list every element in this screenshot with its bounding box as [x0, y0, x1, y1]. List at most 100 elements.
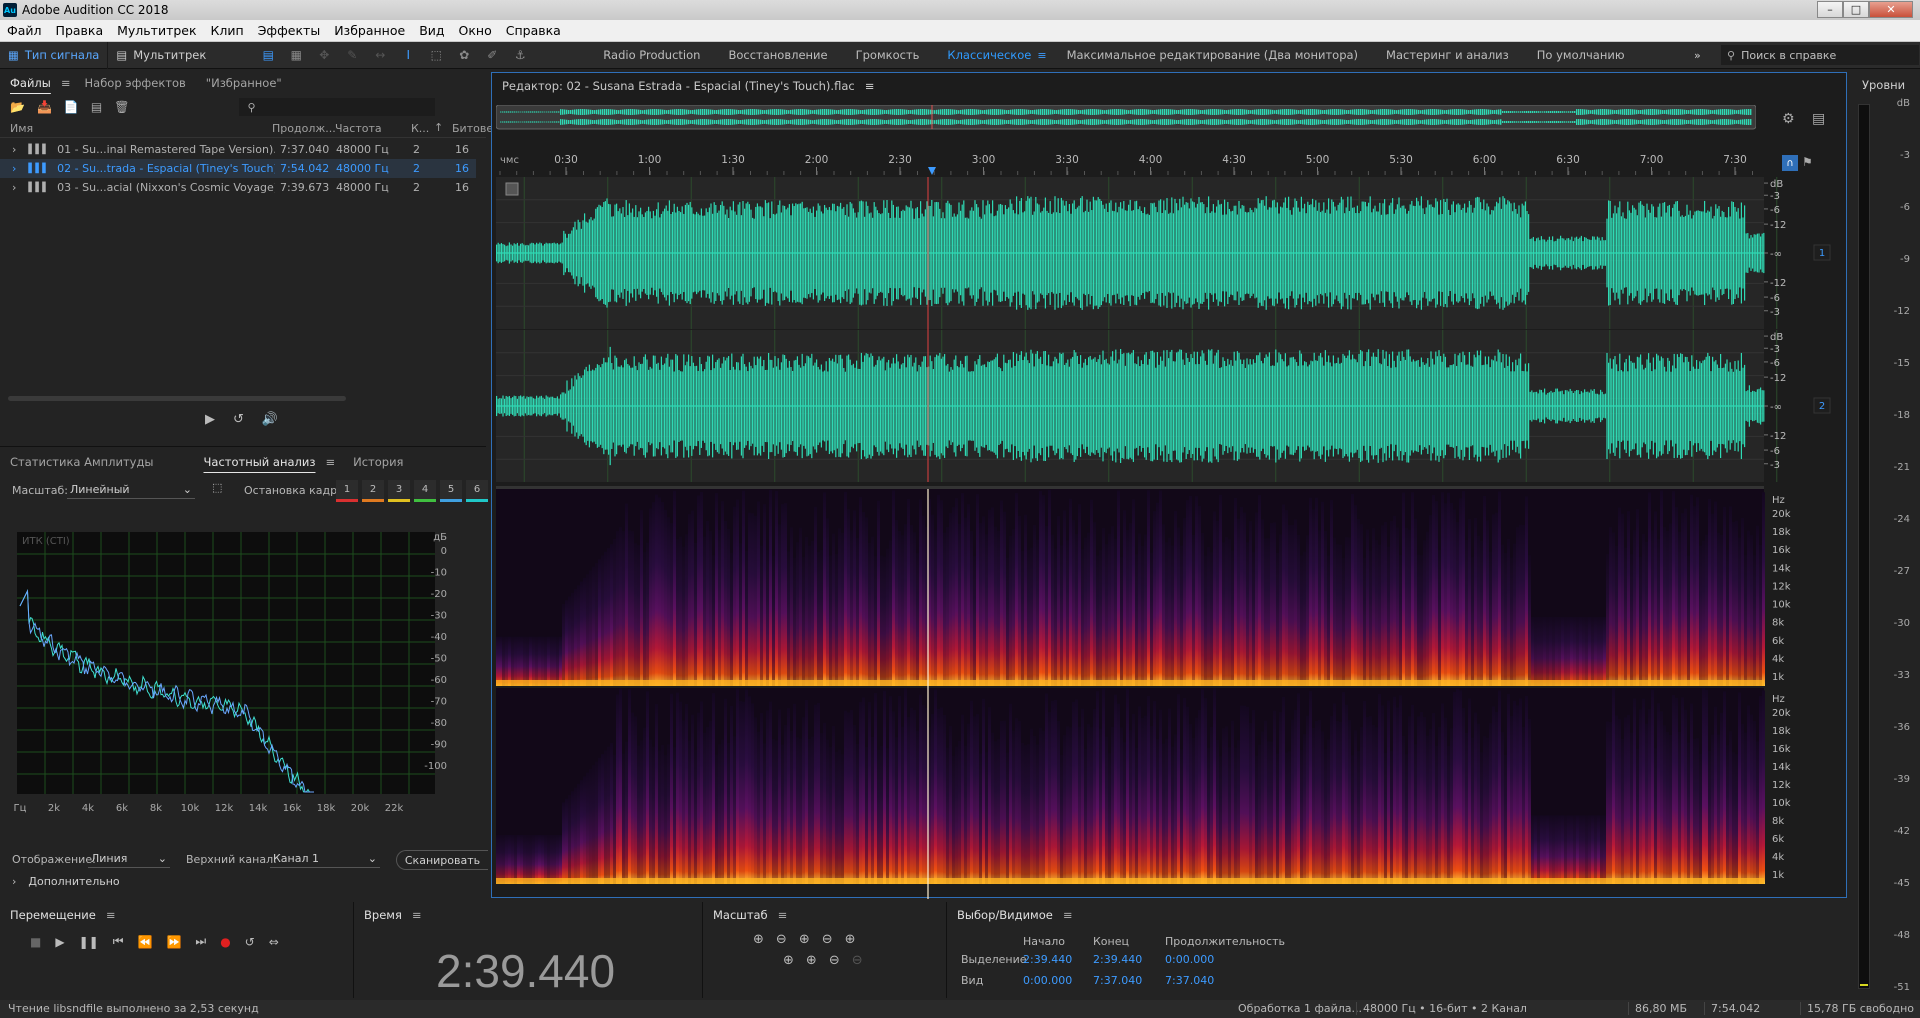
expand-row-icon[interactable]: ›: [12, 162, 16, 175]
play-icon[interactable]: ▶: [55, 935, 64, 949]
time-selection-tool-icon[interactable]: I: [399, 46, 417, 64]
loop-playback-icon[interactable]: ↺: [245, 935, 255, 949]
file-row[interactable]: › ▌▌▌ 03 - Su...acial (Nixxon's Cosmic Vo…: [0, 178, 476, 197]
col-duration[interactable]: Продолж...: [272, 122, 336, 135]
zoom-reset-icon[interactable]: ⊖: [852, 953, 863, 968]
view-start-field[interactable]: 0:00.000: [1023, 974, 1072, 987]
record-icon[interactable]: ●: [220, 935, 230, 949]
help-search-input[interactable]: Поиск в справке: [1741, 49, 1836, 62]
marquee-tool-icon[interactable]: ⬚: [427, 46, 445, 64]
analysis-menu-icon[interactable]: ≡: [325, 455, 343, 469]
top-channel-select[interactable]: Канал 1 ⌄: [270, 850, 380, 868]
zoom-navigator-icon[interactable]: ⚙: [1782, 111, 1795, 127]
expand-row-icon[interactable]: ›: [12, 181, 16, 194]
spectral-view-icon[interactable]: ▦: [287, 46, 305, 64]
spectrogram-channel-1[interactable]: [496, 489, 1765, 686]
close-button[interactable]: ✕: [1869, 1, 1913, 18]
fast-forward-icon[interactable]: ⏩: [166, 935, 181, 949]
workspace-classic[interactable]: Классическое: [933, 48, 1045, 62]
workspace-max-edit[interactable]: Максимальное редактирование (Два монитор…: [1053, 48, 1372, 62]
file-row[interactable]: › ▌▌▌ 01 - Su...inal Remastered Tape Vers…: [0, 140, 476, 159]
freeze-frame-button-5[interactable]: 5: [440, 480, 462, 502]
menu-multitrack[interactable]: Мультитрек: [110, 23, 203, 38]
snap-icon[interactable]: ∩: [1782, 155, 1798, 171]
slip-tool-icon[interactable]: ↔: [371, 46, 389, 64]
files-panel-menu-icon[interactable]: ≡: [61, 76, 75, 90]
expand-chevron-icon[interactable]: ›: [12, 875, 16, 888]
workspace-loudness[interactable]: Громкость: [842, 48, 934, 62]
advanced-toggle[interactable]: Дополнительно: [28, 875, 119, 888]
files-scrollbar[interactable]: [8, 396, 346, 401]
autoplay-icon[interactable]: 🔊: [262, 412, 278, 427]
files-search-input[interactable]: ⚲: [239, 98, 436, 116]
scan-button[interactable]: Сканировать: [396, 850, 488, 870]
freeze-frame-button-1[interactable]: 1: [336, 480, 358, 502]
waveform-mode-button[interactable]: ▦ Тип сигнала: [0, 41, 109, 69]
workspace-restoration[interactable]: Восстановление: [714, 48, 841, 62]
selection-end-field[interactable]: 2:39.440: [1093, 953, 1142, 966]
play-preview-icon[interactable]: ▶: [205, 412, 215, 427]
menu-clip[interactable]: Клип: [204, 23, 251, 38]
freeze-frame-button-3[interactable]: 3: [388, 480, 410, 502]
transport-menu-icon[interactable]: ≡: [106, 908, 116, 922]
spectrogram-channel-2[interactable]: [496, 688, 1765, 884]
workspace-radio-production[interactable]: Radio Production: [589, 48, 714, 62]
menu-favorites[interactable]: Избранное: [327, 23, 412, 38]
col-rate[interactable]: Частота: [335, 122, 382, 135]
maximize-button[interactable]: □: [1843, 1, 1869, 18]
menu-edit[interactable]: Правка: [49, 23, 111, 38]
move-tool-icon[interactable]: ✥: [315, 46, 333, 64]
minimize-button[interactable]: –: [1817, 1, 1843, 18]
loop-preview-icon[interactable]: ↺: [233, 412, 244, 427]
go-to-start-icon[interactable]: ⏮: [113, 934, 124, 949]
open-file-icon[interactable]: 📂: [10, 100, 25, 114]
freeze-frame-button-6[interactable]: 6: [466, 480, 488, 502]
freeze-frame-button-4[interactable]: 4: [414, 480, 436, 502]
navigator-menu-icon[interactable]: ▤: [1812, 111, 1825, 127]
expand-row-icon[interactable]: ›: [12, 143, 16, 156]
zoom-in-amplitude-icon[interactable]: ⊕: [753, 932, 764, 947]
selection-start-field[interactable]: 2:39.440: [1023, 953, 1072, 966]
menu-effects[interactable]: Эффекты: [251, 23, 328, 38]
pin-icon[interactable]: ⚑: [1802, 155, 1813, 169]
delete-file-icon[interactable]: 🗑: [114, 100, 129, 114]
view-end-field[interactable]: 7:37.040: [1093, 974, 1142, 987]
scale-select[interactable]: Линейный ⌄: [67, 481, 195, 499]
lasso-tool-icon[interactable]: ✿: [455, 46, 473, 64]
zoom-out-amplitude-icon[interactable]: ⊖: [776, 932, 787, 947]
workspace-menu-icon[interactable]: ≡: [1037, 49, 1046, 62]
display-select[interactable]: Линия ⌄: [88, 850, 170, 868]
insert-multitrack-icon[interactable]: ▤: [91, 100, 102, 114]
new-file-icon[interactable]: 📄: [64, 100, 79, 114]
col-name[interactable]: Имя: [10, 122, 33, 135]
menu-help[interactable]: Справка: [499, 23, 568, 38]
time-menu-icon[interactable]: ≡: [412, 908, 422, 922]
view-duration-field[interactable]: 7:37.040: [1165, 974, 1214, 987]
workspace-mastering[interactable]: Мастеринг и анализ: [1372, 48, 1523, 62]
tab-amplitude-stats[interactable]: Статистика Амплитуды: [0, 455, 194, 469]
waveform-view-icon[interactable]: ▤: [259, 46, 277, 64]
frame-icon[interactable]: ⬚: [212, 481, 222, 494]
go-to-end-icon[interactable]: ⏭: [195, 934, 206, 949]
zoom-in-right-icon[interactable]: ⊕: [806, 953, 817, 968]
help-search-box[interactable]: ⚲ Поиск в справке: [1721, 45, 1919, 65]
tab-frequency-analysis[interactable]: Частотный анализ: [194, 455, 326, 469]
brush-tool-icon[interactable]: ✐: [483, 46, 501, 64]
skip-selection-icon[interactable]: ⇔: [269, 935, 279, 949]
zoom-selection-icon[interactable]: ⊕: [845, 932, 856, 947]
channel-badge[interactable]: 1: [1819, 248, 1825, 259]
tab-files[interactable]: Файлы: [0, 76, 61, 90]
col-bits[interactable]: Битове: [452, 122, 493, 135]
stop-icon[interactable]: ■: [30, 935, 41, 949]
tab-history[interactable]: История: [343, 455, 413, 469]
tab-effects-rack[interactable]: Набор эффектов: [75, 76, 196, 90]
col-channels[interactable]: К...: [411, 122, 429, 135]
multitrack-mode-button[interactable]: ▤ Мультитрек: [108, 42, 214, 69]
zoom-menu-icon[interactable]: ≡: [778, 908, 788, 922]
more-workspaces-icon[interactable]: »: [1694, 49, 1701, 62]
selection-menu-icon[interactable]: ≡: [1063, 908, 1073, 922]
zoom-in-time-icon[interactable]: ⊕: [799, 932, 810, 947]
waveform-spectral-canvas[interactable]: dB-3-6-12-∞-12-6-31dB-3-6-12-∞-12-6-32Hz…: [496, 177, 1846, 899]
channel-badge[interactable]: 2: [1819, 401, 1825, 412]
pause-icon[interactable]: ❚❚: [79, 935, 99, 949]
